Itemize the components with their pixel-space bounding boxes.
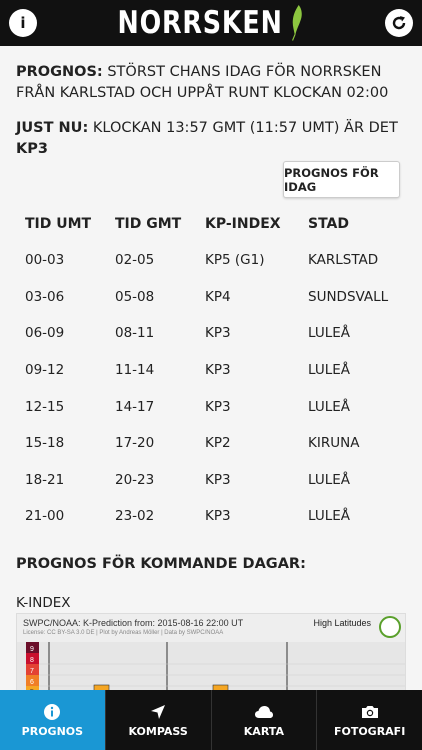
- tab-label: KARTA: [243, 724, 284, 738]
- column-header: STAD: [308, 216, 350, 232]
- cloud-icon: [254, 703, 274, 721]
- cell-tid-gmt: 17-20: [115, 435, 155, 452]
- cell-stad: KARLSTAD: [308, 252, 379, 269]
- cell-kp-index: KP3: [205, 362, 231, 379]
- app-title: NORRSKEN: [118, 4, 305, 42]
- tab-fotografi[interactable]: FOTOGRAFI: [317, 690, 422, 750]
- just-nu-label: JUST NU:: [16, 120, 89, 136]
- k-scale-label: 7: [30, 668, 34, 675]
- cell-tid-umt: 18-21: [25, 471, 65, 488]
- k-scale-label: 6: [30, 679, 34, 686]
- table-row: 00-03 02-05 KP5 (G1) KARLSTAD: [16, 242, 406, 279]
- cell-tid-gmt: 14-17: [115, 398, 155, 415]
- navigation-arrow-icon: [149, 703, 167, 721]
- cell-kp-index: KP3: [205, 508, 231, 525]
- cell-stad: LULEÅ: [308, 508, 351, 525]
- tab-label: FOTOGRAFI: [333, 724, 406, 738]
- kommande-heading: PROGNOS FÖR KOMMANDE DAGAR:: [16, 556, 306, 572]
- tab-kompass[interactable]: KOMPASS: [106, 690, 212, 750]
- prognos-label: PROGNOS:: [16, 64, 103, 80]
- table-row: 12-15 14-17 KP3 LULEÅ: [16, 388, 406, 425]
- cell-tid-umt: 06-09: [25, 325, 65, 342]
- cell-tid-umt: 21-00: [25, 508, 65, 525]
- tab-label: PROGNOS: [21, 724, 84, 738]
- cell-stad: LULEÅ: [308, 325, 351, 342]
- info-button[interactable]: i: [9, 9, 37, 37]
- cell-kp-index: KP2: [205, 435, 231, 452]
- k-chart-latitude: High Latitudes: [313, 618, 371, 628]
- cell-kp-index: KP3: [205, 325, 231, 342]
- forecast-table: TID UMT TID GMT KP-INDEX STAD 00-03 02-0…: [16, 206, 406, 535]
- k-chart-plot: 9 8 7 6 5: [17, 642, 405, 690]
- cell-tid-gmt: 23-02: [115, 508, 155, 525]
- cell-tid-gmt: 20-23: [115, 471, 155, 488]
- current-status: JUST NU: KLOCKAN 13:57 GMT (11:57 UMT) Ä…: [16, 118, 406, 160]
- camera-icon: [360, 703, 380, 721]
- column-header: KP-INDEX: [205, 216, 281, 232]
- app-header: i NORRSKEN: [0, 0, 422, 46]
- cell-kp-index: KP3: [205, 398, 231, 415]
- cell-tid-umt: 09-12: [25, 362, 65, 379]
- info-icon: [43, 703, 61, 721]
- bottom-tab-bar: PROGNOS KOMPASS KARTA FOTOGRAFI: [0, 690, 422, 750]
- cell-kp-index: KP4: [205, 288, 231, 305]
- cell-stad: KIRUNA: [308, 435, 360, 452]
- cell-stad: LULEÅ: [308, 471, 351, 488]
- k-chart-indicator-icon: [379, 616, 401, 638]
- table-row: 06-09 08-11 KP3 LULEÅ: [16, 315, 406, 352]
- prognos-summary: PROGNOS: STÖRST CHANS IDAG FÖR NORRSKEN …: [16, 62, 406, 104]
- cell-stad: SUNDSVALL: [308, 288, 389, 305]
- k-index-chart: SWPC/NOAA: K-Prediction from: 2015-08-16…: [16, 613, 406, 690]
- tab-label: KOMPASS: [128, 724, 188, 738]
- table-row: 03-06 05-08 KP4 SUNDSVALL: [16, 279, 406, 316]
- k-scale-label: 9: [30, 646, 34, 653]
- refresh-button[interactable]: [385, 9, 413, 37]
- table-row: 15-18 17-20 KP2 KIRUNA: [16, 425, 406, 462]
- prognos-today-button[interactable]: PROGNOS FÖR IDAG: [283, 161, 400, 198]
- info-icon: i: [20, 13, 26, 32]
- cell-tid-umt: 03-06: [25, 288, 65, 305]
- cell-tid-umt: 00-03: [25, 252, 65, 269]
- cell-tid-gmt: 05-08: [115, 288, 155, 305]
- cell-tid-umt: 12-15: [25, 398, 65, 415]
- cell-tid-gmt: 11-14: [115, 362, 155, 379]
- column-header: TID GMT: [115, 216, 182, 232]
- table-row: 18-21 20-23 KP3 LULEÅ: [16, 462, 406, 499]
- table-row: 09-12 11-14 KP3 LULEÅ: [16, 352, 406, 389]
- cell-tid-gmt: 08-11: [115, 325, 155, 342]
- k-scale-label: 8: [30, 657, 34, 664]
- main-content: PROGNOS: STÖRST CHANS IDAG FÖR NORRSKEN …: [0, 46, 422, 690]
- table-row: 21-00 23-02 KP3 LULEÅ: [16, 498, 406, 535]
- k-chart-title: SWPC/NOAA: K-Prediction from: 2015-08-16…: [23, 618, 244, 628]
- tab-prognos[interactable]: PROGNOS: [0, 690, 106, 750]
- cell-kp-index: KP3: [205, 471, 231, 488]
- refresh-icon: [392, 16, 406, 30]
- cell-kp-index: KP5 (G1): [205, 252, 265, 269]
- cell-stad: LULEÅ: [308, 398, 351, 415]
- tab-karta[interactable]: KARTA: [212, 690, 318, 750]
- cell-tid-gmt: 02-05: [115, 252, 155, 269]
- just-nu-text: KLOCKAN 13:57 GMT (11:57 UMT) ÄR DET: [92, 120, 398, 136]
- column-header: TID UMT: [25, 216, 92, 232]
- sweden-leaf-icon: [291, 5, 302, 41]
- app-title-text: NORRSKEN: [117, 5, 283, 41]
- just-nu-kp: KP3: [16, 141, 48, 157]
- k-index-label: K-INDEX: [16, 595, 71, 611]
- table-header-row: TID UMT TID GMT KP-INDEX STAD: [16, 206, 406, 242]
- cell-tid-umt: 15-18: [25, 435, 65, 452]
- cell-stad: LULEÅ: [308, 362, 351, 379]
